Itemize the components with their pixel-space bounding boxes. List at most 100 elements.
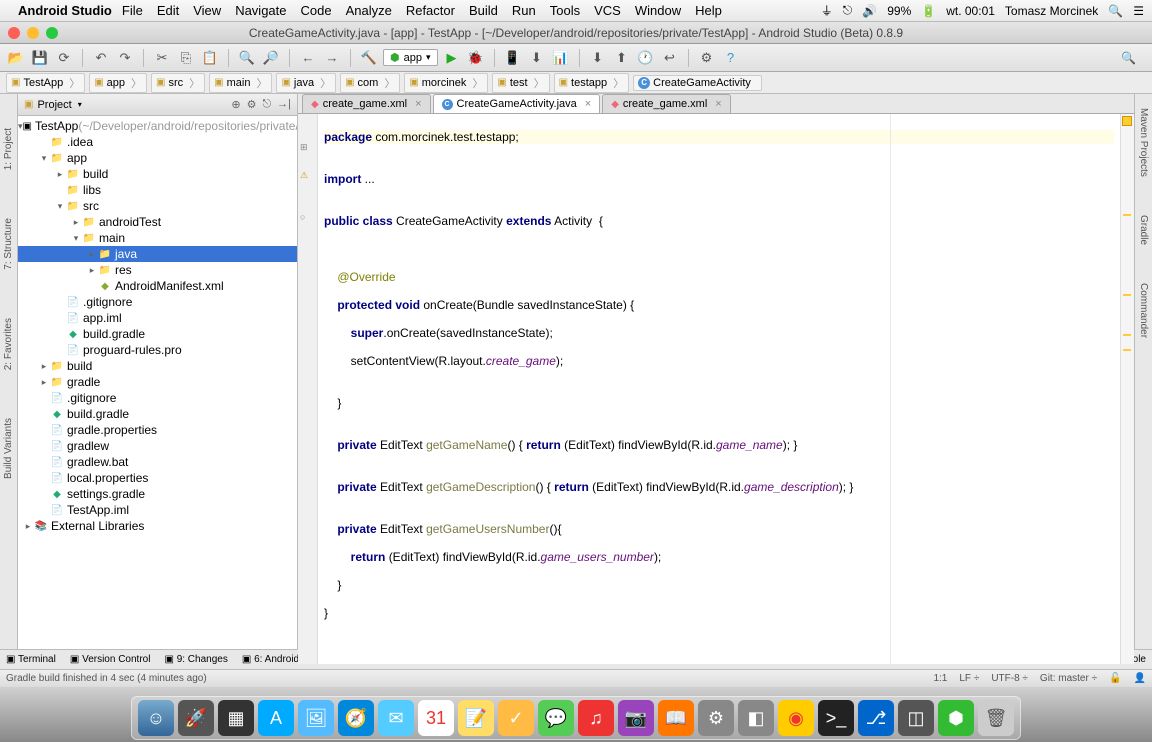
crumb[interactable]: ▣test [492, 73, 549, 93]
run-button[interactable]: ▶ [442, 48, 462, 68]
menu-code[interactable]: Code [301, 3, 332, 18]
photo-booth-icon[interactable]: 📷 [618, 700, 654, 736]
tree-node[interactable]: ◆AndroidManifest.xml [18, 278, 297, 294]
menu-refactor[interactable]: Refactor [406, 3, 455, 18]
search-everywhere-icon[interactable]: 🔍 [1121, 51, 1136, 65]
preview-icon[interactable]: 🖼 [298, 700, 334, 736]
clock[interactable]: wt. 00:01 [946, 4, 995, 18]
help-button[interactable]: ? [721, 48, 741, 68]
reminders-icon[interactable]: ✓ [498, 700, 534, 736]
app-icon[interactable]: ◧ [738, 700, 774, 736]
tab-gradle[interactable]: Gradle [1138, 211, 1149, 249]
crumb[interactable]: CCreateGameActivity [633, 75, 762, 91]
project-tree[interactable]: ▾▣TestApp (~/Developer/android/repositor… [18, 116, 297, 649]
tree-node[interactable]: 📄gradlew [18, 438, 297, 454]
lock-icon[interactable]: 🔓 [1109, 673, 1121, 684]
forward-button[interactable]: → [322, 48, 342, 68]
monitor-button[interactable]: 📊 [551, 48, 571, 68]
run-config-selector[interactable]: ⬢ app [383, 49, 438, 66]
avd-button[interactable]: 📱 [503, 48, 523, 68]
trash-icon[interactable]: 🗑 [978, 700, 1014, 736]
editor-gutter[interactable]: ⊞ ⚠ ○ [298, 114, 318, 664]
crumb[interactable]: ▣com [340, 73, 400, 93]
menu-vcs[interactable]: VCS [594, 3, 621, 18]
tree-node[interactable]: 📄local.properties [18, 470, 297, 486]
hide-icon[interactable]: →| [277, 98, 291, 111]
ibooks-icon[interactable]: 📖 [658, 700, 694, 736]
tree-node[interactable]: ▾📁main [18, 230, 297, 246]
cut-button[interactable]: ✂ [152, 48, 172, 68]
itunes-icon[interactable]: ♫ [578, 700, 614, 736]
make-button[interactable]: 🔨 [359, 48, 379, 68]
tree-node[interactable]: 📄gradlew.bat [18, 454, 297, 470]
tree-node[interactable]: ▸📚External Libraries [18, 518, 297, 534]
editor-overview-ruler[interactable] [1120, 114, 1134, 664]
override-icon[interactable]: ○ [300, 212, 305, 222]
notifications-icon[interactable]: ☰ [1133, 4, 1144, 18]
crumb[interactable]: ▣TestApp [6, 73, 85, 93]
crumb[interactable]: ▣app [89, 73, 147, 93]
inspection-indicator[interactable] [1122, 116, 1132, 126]
finder-icon[interactable]: ☺ [138, 700, 174, 736]
settings-icon[interactable]: ⚙ [698, 700, 734, 736]
tab-maven[interactable]: Maven Projects [1138, 104, 1149, 181]
replace-button[interactable]: 🔎 [261, 48, 281, 68]
user-name[interactable]: Tomasz Morcinek [1005, 4, 1098, 18]
tree-node[interactable]: ▾📁src [18, 198, 297, 214]
tab-changes[interactable]: ▣ 9: Changes [164, 654, 227, 665]
menu-view[interactable]: View [193, 3, 221, 18]
close-icon[interactable]: × [585, 98, 591, 110]
menu-navigate[interactable]: Navigate [235, 3, 286, 18]
open-button[interactable]: 📂 [6, 48, 26, 68]
tab-vcs[interactable]: ▣ Version Control [70, 654, 151, 665]
bluetooth-icon[interactable]: ⎋ [843, 3, 853, 18]
terminal-icon[interactable]: >_ [818, 700, 854, 736]
autoscroll-icon[interactable]: ⎋ [262, 98, 271, 111]
tree-node[interactable]: ▸📁res [18, 262, 297, 278]
close-window-button[interactable] [8, 27, 20, 39]
undo-button[interactable]: ↶ [91, 48, 111, 68]
mail-icon[interactable]: ✉ [378, 700, 414, 736]
vcs-history-button[interactable]: 🕐 [636, 48, 656, 68]
appstore-icon[interactable]: A [258, 700, 294, 736]
save-button[interactable]: 💾 [30, 48, 50, 68]
tab-project[interactable]: 1: Project [3, 124, 14, 174]
menu-edit[interactable]: Edit [157, 3, 179, 18]
editor-tab[interactable]: ◆create_game.xml× [302, 94, 431, 113]
safari-icon[interactable]: 🧭 [338, 700, 374, 736]
battery-icon[interactable]: 🔋 [921, 4, 936, 18]
code-editor[interactable]: package com.morcinek.test.testapp; impor… [318, 114, 1120, 664]
tab-structure[interactable]: 7: Structure [3, 214, 14, 274]
spotlight-icon[interactable]: 🔍 [1108, 4, 1123, 18]
messages-icon[interactable]: 💬 [538, 700, 574, 736]
wifi-icon[interactable]: ⏚ [821, 2, 833, 19]
tree-node[interactable]: 📁libs [18, 182, 297, 198]
tree-node[interactable]: 📄.gitignore [18, 390, 297, 406]
project-panel-header[interactable]: ▣Project ⊕ ⚙ ⎋ →| [18, 94, 297, 116]
menu-tools[interactable]: Tools [550, 3, 580, 18]
debug-button[interactable]: 🐞 [466, 48, 486, 68]
android-studio-icon[interactable]: ⬢ [938, 700, 974, 736]
vcs-commit-button[interactable]: ⬆ [612, 48, 632, 68]
crumb[interactable]: ▣src [151, 73, 205, 93]
tree-node[interactable]: 📄app.iml [18, 310, 297, 326]
paste-button[interactable]: 📋 [200, 48, 220, 68]
chrome-icon[interactable]: ◉ [778, 700, 814, 736]
mission-control-icon[interactable]: ▦ [218, 700, 254, 736]
settings-button[interactable]: ⚙ [697, 48, 717, 68]
tab-commander[interactable]: Commander [1138, 279, 1149, 342]
menu-help[interactable]: Help [695, 3, 722, 18]
close-icon[interactable]: × [415, 98, 421, 110]
tree-node[interactable]: 📄proguard-rules.pro [18, 342, 297, 358]
find-button[interactable]: 🔍 [237, 48, 257, 68]
vcs-update-button[interactable]: ⬇ [588, 48, 608, 68]
settings-icon[interactable]: ⚙ [247, 98, 257, 111]
redo-button[interactable]: ↷ [115, 48, 135, 68]
sourcetree-icon[interactable]: ⎇ [858, 700, 894, 736]
collapse-icon[interactable]: ⊕ [231, 98, 240, 111]
minimize-window-button[interactable] [27, 27, 39, 39]
tree-node[interactable]: 📄TestApp.iml [18, 502, 297, 518]
app-name[interactable]: Android Studio [18, 3, 112, 18]
encoding[interactable]: UTF-8 ÷ [991, 673, 1028, 684]
sync-button[interactable]: ⟳ [54, 48, 74, 68]
